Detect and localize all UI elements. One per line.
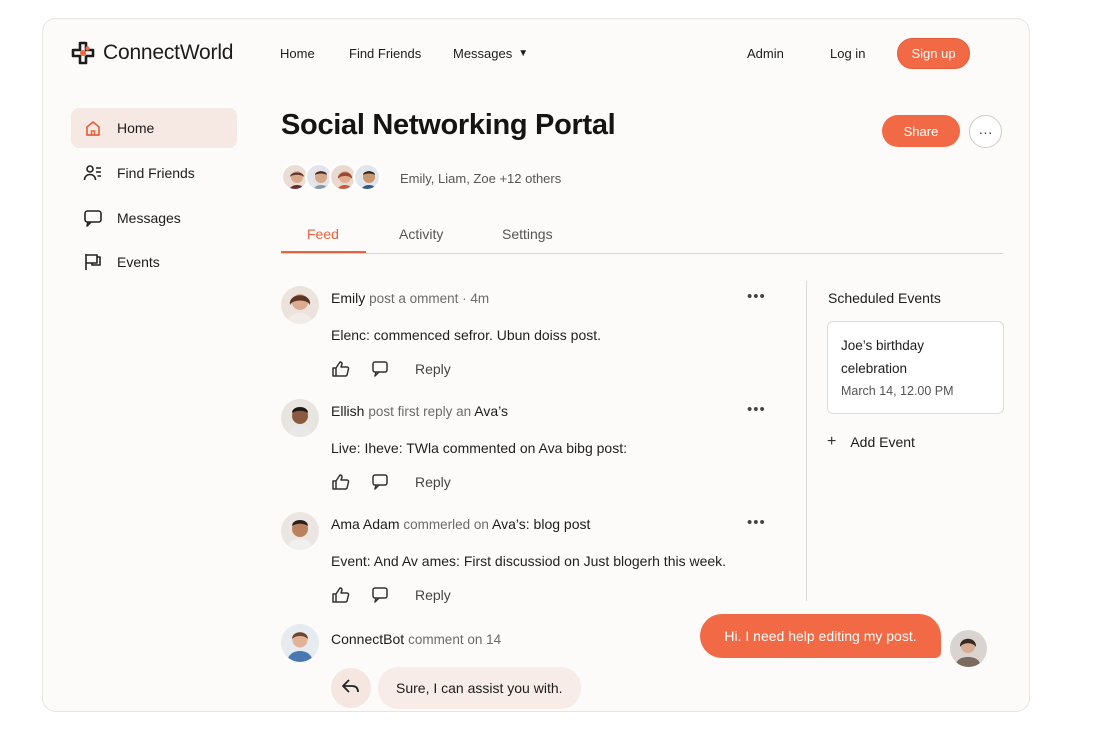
app-window: ConnectWorld Home Find Friends Messages … [42,18,1030,712]
tab-divider [281,253,1003,254]
share-button[interactable]: Share [882,115,960,147]
post-meta-link[interactable]: Ava’s [474,403,508,419]
sidebar-item-messages[interactable]: Messages [71,198,237,238]
chat-bot-name[interactable]: ConnectBot [331,631,404,647]
post-meta-link[interactable]: Ava’s: blog post [492,516,590,532]
chat-bot-message: Sure, I can assist you with. [378,667,581,709]
post-author[interactable]: Ama Adam [331,516,399,532]
nav-admin[interactable]: Admin [747,46,784,61]
brand-name: ConnectWorld [103,41,234,64]
post-header: Emily post a omment · 4m [331,290,489,306]
chat-bot-meta: comment on 14 [408,632,502,647]
plus-icon: + [827,433,837,450]
avatar[interactable] [281,512,319,550]
home-icon [83,118,103,138]
members-summary[interactable]: Emily, Liam, Zoe +12 others [400,171,561,186]
chevron-down-icon: ▼ [518,48,529,59]
post-actions: Reply [331,586,451,604]
sidebar-item-label: Home [117,120,155,136]
logo[interactable]: ConnectWorld [71,41,233,65]
post-meta: post first reply an [368,404,472,419]
post-actions: Reply [331,360,451,378]
more-options-icon[interactable]: ••• [747,288,766,305]
sidebar-item-find-friends[interactable]: Find Friends [71,153,237,193]
reply-button[interactable]: Reply [415,474,451,490]
more-options-icon[interactable]: ••• [747,401,766,418]
post-header: Ellish post first reply an Ava’s [331,403,508,419]
avatar [353,163,381,191]
page-title: Social Networking Portal [281,109,616,141]
avatar[interactable] [281,624,319,662]
friends-icon [83,163,103,183]
nav-messages[interactable]: Messages ▼ [453,46,528,61]
post-body: Elenc: commenced sefror. Ubun doiss post… [331,327,602,343]
signup-button[interactable]: Sign up [897,38,970,69]
more-options-icon[interactable]: ••• [747,514,766,531]
reply-arrow-button[interactable] [331,668,371,708]
comment-icon[interactable] [371,586,389,604]
post-meta: post a omment · 4m [369,291,490,306]
comment-icon[interactable] [371,360,389,378]
like-icon[interactable] [331,473,351,491]
post-body: Event: And Av ames: First discussiod on … [331,553,727,569]
sidebar-item-events[interactable]: Events [71,242,237,282]
avatar[interactable] [281,286,319,324]
scheduled-events-title: Scheduled Events [828,290,941,306]
post-author[interactable]: Emily [331,290,365,306]
sidebar-item-label: Messages [117,210,181,226]
sidebar-item-label: Events [117,254,160,270]
add-event-label: Add Event [850,434,915,450]
event-card[interactable]: Joe’s birthday celebration March 14, 12.… [827,321,1004,414]
tab-active-indicator [281,251,366,253]
more-options-button[interactable]: ··· [969,115,1002,148]
reply-button[interactable]: Reply [415,587,451,603]
chat-user-message: Hi. I need help editing my post. [700,614,941,658]
nav-messages-label: Messages [453,46,513,61]
like-icon[interactable] [331,360,351,378]
add-event-button[interactable]: + Add Event [827,433,915,451]
member-avatars[interactable] [281,163,381,191]
like-icon[interactable] [331,586,351,604]
sidebar-item-home[interactable]: Home [71,108,237,148]
message-icon [83,208,103,228]
post-header: Ama Adam commerled on Ava’s: blog post [331,516,590,532]
tab-activity[interactable]: Activity [399,226,443,242]
comment-icon[interactable] [371,473,389,491]
tab-feed[interactable]: Feed [307,226,339,242]
event-name: Joe’s birthday celebration [841,338,925,376]
reply-arrow-icon [341,677,361,700]
sidebar-item-label: Find Friends [117,165,195,181]
reply-button[interactable]: Reply [415,361,451,377]
tab-settings[interactable]: Settings [502,226,553,242]
nav-find-friends[interactable]: Find Friends [349,46,421,61]
post-actions: Reply [331,473,451,491]
logo-icon [71,41,95,65]
avatar[interactable] [950,630,987,667]
login-link[interactable]: Log in [830,46,865,61]
flag-icon [83,252,103,272]
avatar[interactable] [281,399,319,437]
event-date: March 14, 12.00 PM [841,384,954,398]
post-body: Live: Iheve: TWla commented on Ava bibg … [331,440,627,456]
nav-home[interactable]: Home [280,46,315,61]
column-divider [806,281,807,601]
post-author[interactable]: Ellish [331,403,364,419]
chat-bot-header: ConnectBot comment on 14 [331,631,501,647]
post-meta: commerled on [403,517,489,532]
